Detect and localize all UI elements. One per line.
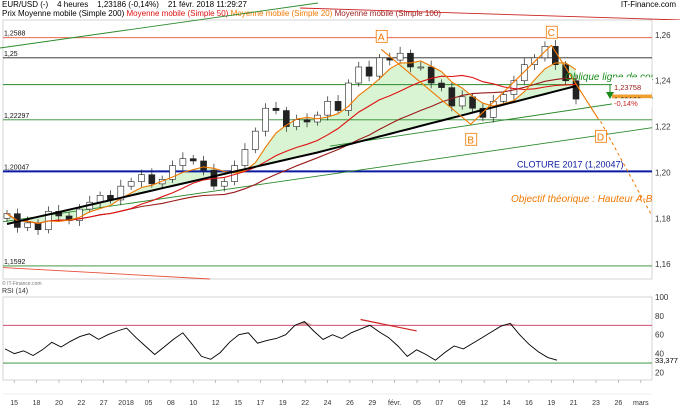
ma-band-fill bbox=[7, 61, 576, 224]
resistance-oblique bbox=[299, 7, 680, 21]
rsi-last-value: 33,377 bbox=[655, 356, 678, 365]
time-tick-label: 15 bbox=[234, 400, 242, 407]
close-2017-annotation: CLOTURE 2017 (1,20047) bbox=[517, 159, 624, 169]
candle-body bbox=[138, 174, 145, 182]
candle-body bbox=[189, 158, 197, 162]
time-tick-label: 20 bbox=[55, 400, 63, 407]
candle-body bbox=[427, 66, 435, 84]
time-tick-label: mars bbox=[633, 400, 649, 407]
target-annotation: Objectif théorique : Hauteur A-B bbox=[511, 194, 653, 205]
price-tick-label: 1,16 bbox=[655, 260, 671, 269]
price-axis-bg bbox=[653, 20, 680, 279]
rsi-tick-label: 60 bbox=[655, 331, 664, 340]
time-tick-label: 21 bbox=[570, 400, 578, 407]
upper-trend-line bbox=[0, 2, 319, 49]
time-tick-label: 09 bbox=[458, 400, 466, 407]
time-tick-label: 22 bbox=[301, 400, 309, 407]
candle-body bbox=[355, 66, 363, 84]
candle-body bbox=[376, 57, 383, 77]
chart-canvas: 1,25881,251,222971,200471,1592ABCDObliqu… bbox=[0, 2, 680, 407]
candle-body bbox=[220, 181, 228, 187]
time-tick-label: 05 bbox=[413, 400, 421, 407]
time-tick-label: 07 bbox=[435, 400, 443, 407]
candle-body bbox=[458, 96, 466, 107]
sma50-line bbox=[6, 74, 577, 224]
candle-body bbox=[334, 101, 342, 111]
rsi-tick-label: 20 bbox=[655, 368, 664, 377]
rsi-tick-label: 80 bbox=[655, 312, 664, 321]
candle-body bbox=[3, 213, 11, 219]
time-tick-label: 24 bbox=[324, 400, 332, 407]
time-tick-label: 12 bbox=[480, 400, 488, 407]
time-tick-label: 08 bbox=[167, 400, 175, 407]
pattern-point-a: A bbox=[378, 32, 385, 43]
candle-body bbox=[272, 107, 280, 111]
time-tick-label: 15 bbox=[10, 400, 18, 407]
time-tick-label: 29 bbox=[368, 400, 376, 407]
candle-body bbox=[500, 94, 507, 102]
price-tick-label: 1,20 bbox=[655, 168, 671, 177]
level-label-4: 1,1592 bbox=[4, 259, 26, 266]
candle-body bbox=[520, 64, 528, 82]
candle-body bbox=[148, 174, 156, 185]
level-label-3: 1,20047 bbox=[4, 164, 29, 171]
time-tick-label: 05 bbox=[145, 400, 153, 407]
level-label-2: 1,22297 bbox=[4, 113, 29, 120]
price-tick-label: 1,22 bbox=[655, 123, 671, 132]
candle-body bbox=[127, 181, 135, 187]
candle-body bbox=[448, 87, 456, 107]
candle-body bbox=[24, 222, 31, 228]
time-tick-label: 19 bbox=[547, 400, 555, 407]
price-panel: 1,25881,251,222971,200471,1592ABCDObliqu… bbox=[0, 2, 680, 280]
time-tick-label: 12 bbox=[212, 400, 220, 407]
time-tick-label: févr. bbox=[388, 400, 401, 407]
price-tick-label: 1,18 bbox=[655, 214, 671, 223]
time-tick-label: 26 bbox=[615, 400, 623, 407]
candle-body bbox=[396, 52, 404, 61]
candle-body bbox=[365, 66, 373, 77]
candle-body bbox=[407, 52, 414, 68]
time-tick-label: 22 bbox=[77, 400, 85, 407]
time-tick-label: 27 bbox=[100, 400, 108, 407]
price-tick-label: 1,24 bbox=[655, 77, 671, 86]
rsi-overbought-fill bbox=[5, 321, 557, 326]
candle-body bbox=[303, 119, 311, 123]
time-tick-label: 14 bbox=[503, 400, 511, 407]
pattern-point-d: D bbox=[597, 132, 604, 143]
candle-body bbox=[469, 96, 476, 109]
right-price-label-4: -0,14% bbox=[614, 99, 638, 108]
level-label-0: 1,2588 bbox=[4, 31, 26, 38]
level-label-1: 1,25 bbox=[4, 51, 18, 58]
candle-body bbox=[438, 82, 445, 88]
candle-body bbox=[200, 160, 207, 171]
right-price-label-2: 1,23758 bbox=[614, 83, 641, 92]
candle-body bbox=[510, 80, 518, 95]
candle-body bbox=[417, 66, 425, 69]
time-tick-label: 2018 bbox=[118, 400, 134, 407]
pattern-point-c: C bbox=[548, 28, 555, 39]
bottom-oblique bbox=[2, 267, 211, 280]
candle-body bbox=[324, 101, 332, 116]
time-tick-label: 16 bbox=[525, 400, 533, 407]
time-tick-label: 18 bbox=[33, 400, 41, 407]
time-tick-label: 19 bbox=[279, 400, 287, 407]
candle-body bbox=[251, 130, 259, 150]
rsi-tick-label: 100 bbox=[655, 293, 669, 302]
pattern-point-b: B bbox=[467, 135, 474, 146]
rsi-line bbox=[4, 320, 558, 361]
price-tick-label: 1,26 bbox=[655, 31, 671, 40]
candle-body bbox=[262, 107, 269, 132]
time-tick-label: 17 bbox=[256, 400, 264, 407]
rsi-panel bbox=[2, 296, 653, 381]
time-tick-label: 10 bbox=[189, 400, 197, 407]
candle-body bbox=[179, 158, 187, 166]
candle-body bbox=[241, 149, 249, 166]
time-tick-label: 23 bbox=[592, 400, 600, 407]
time-tick-label: 26 bbox=[346, 400, 354, 407]
